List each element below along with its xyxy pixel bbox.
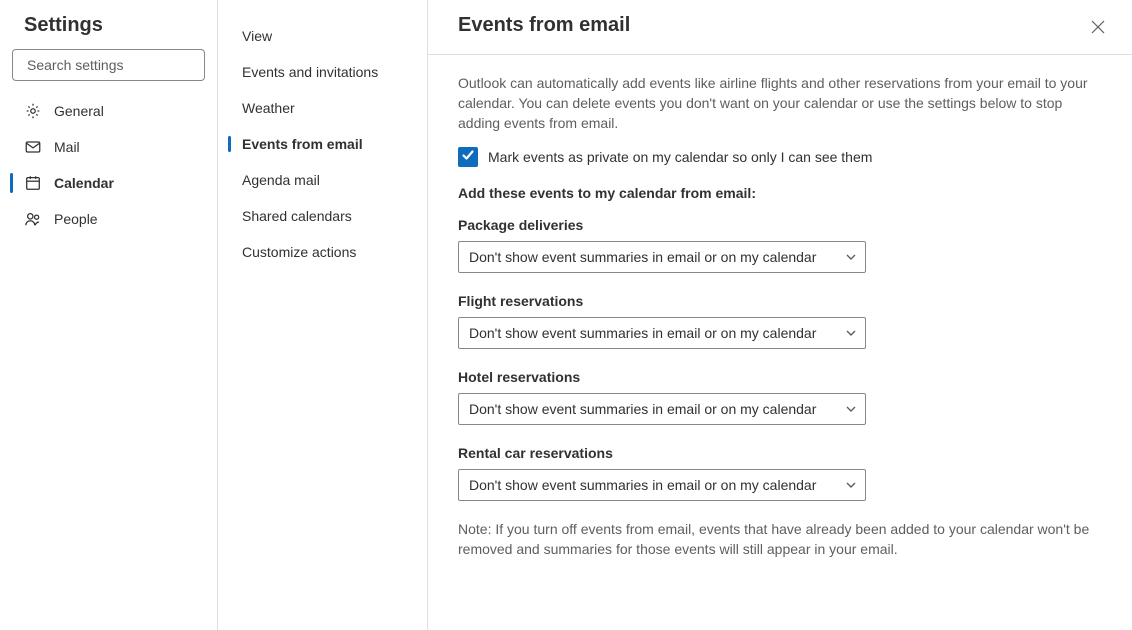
footer-note: Note: If you turn off events from email,… <box>458 519 1098 559</box>
calendar-icon <box>24 174 42 192</box>
mark-private-checkbox[interactable] <box>458 147 478 167</box>
settings-title: Settings <box>0 14 217 49</box>
field-label: Hotel reservations <box>458 367 1102 387</box>
people-icon <box>24 210 42 228</box>
field-package-deliveries: Package deliveries Don't show event summ… <box>458 215 1102 273</box>
nav-item-people[interactable]: People <box>0 201 217 237</box>
nav-item-mail[interactable]: Mail <box>0 129 217 165</box>
mark-private-row: Mark events as private on my calendar so… <box>458 147 1102 167</box>
chevron-down-icon <box>845 403 857 415</box>
nav-label: General <box>54 103 104 119</box>
sub-item-customize-actions[interactable]: Customize actions <box>218 234 427 270</box>
chevron-down-icon <box>845 251 857 263</box>
calendar-subnav: View Events and invitations Weather Even… <box>218 0 428 630</box>
field-label: Rental car reservations <box>458 443 1102 463</box>
sub-item-view[interactable]: View <box>218 18 427 54</box>
field-label: Package deliveries <box>458 215 1102 235</box>
nav-label: Calendar <box>54 175 114 191</box>
close-icon <box>1091 20 1105 37</box>
nav-item-general[interactable]: General <box>0 93 217 129</box>
sub-item-events-invitations[interactable]: Events and invitations <box>218 54 427 90</box>
settings-sidebar: Settings General Mail Calendar <box>0 0 218 630</box>
mail-icon <box>24 138 42 156</box>
package-deliveries-select[interactable]: Don't show event summaries in email or o… <box>458 241 866 273</box>
mark-private-label: Mark events as private on my calendar so… <box>488 147 872 167</box>
chevron-down-icon <box>845 479 857 491</box>
close-button[interactable] <box>1084 14 1112 42</box>
page-description: Outlook can automatically add events lik… <box>458 73 1102 133</box>
field-label: Flight reservations <box>458 291 1102 311</box>
nav-label: People <box>54 211 98 227</box>
nav-label: Mail <box>54 139 80 155</box>
settings-nav: General Mail Calendar People <box>0 93 217 237</box>
check-icon <box>461 147 475 167</box>
select-value: Don't show event summaries in email or o… <box>469 475 816 495</box>
sub-item-weather[interactable]: Weather <box>218 90 427 126</box>
select-value: Don't show event summaries in email or o… <box>469 323 816 343</box>
hotel-reservations-select[interactable]: Don't show event summaries in email or o… <box>458 393 866 425</box>
search-box[interactable] <box>12 49 205 81</box>
sub-item-agenda-mail[interactable]: Agenda mail <box>218 162 427 198</box>
main-header: Events from email <box>428 0 1132 55</box>
flight-reservations-select[interactable]: Don't show event summaries in email or o… <box>458 317 866 349</box>
sub-item-events-from-email[interactable]: Events from email <box>218 126 427 162</box>
gear-icon <box>24 102 42 120</box>
search-input[interactable] <box>27 57 208 73</box>
sub-item-shared-calendars[interactable]: Shared calendars <box>218 198 427 234</box>
main-body: Outlook can automatically add events lik… <box>428 55 1132 577</box>
nav-item-calendar[interactable]: Calendar <box>0 165 217 201</box>
select-value: Don't show event summaries in email or o… <box>469 247 816 267</box>
field-hotel-reservations: Hotel reservations Don't show event summ… <box>458 367 1102 425</box>
add-events-label: Add these events to my calendar from ema… <box>458 183 1102 203</box>
field-rental-car-reservations: Rental car reservations Don't show event… <box>458 443 1102 501</box>
rental-car-reservations-select[interactable]: Don't show event summaries in email or o… <box>458 469 866 501</box>
page-title: Events from email <box>458 14 1084 37</box>
search-wrap <box>0 49 217 93</box>
select-value: Don't show event summaries in email or o… <box>469 399 816 419</box>
field-flight-reservations: Flight reservations Don't show event sum… <box>458 291 1102 349</box>
main-panel: Events from email Outlook can automatica… <box>428 0 1132 630</box>
chevron-down-icon <box>845 327 857 339</box>
